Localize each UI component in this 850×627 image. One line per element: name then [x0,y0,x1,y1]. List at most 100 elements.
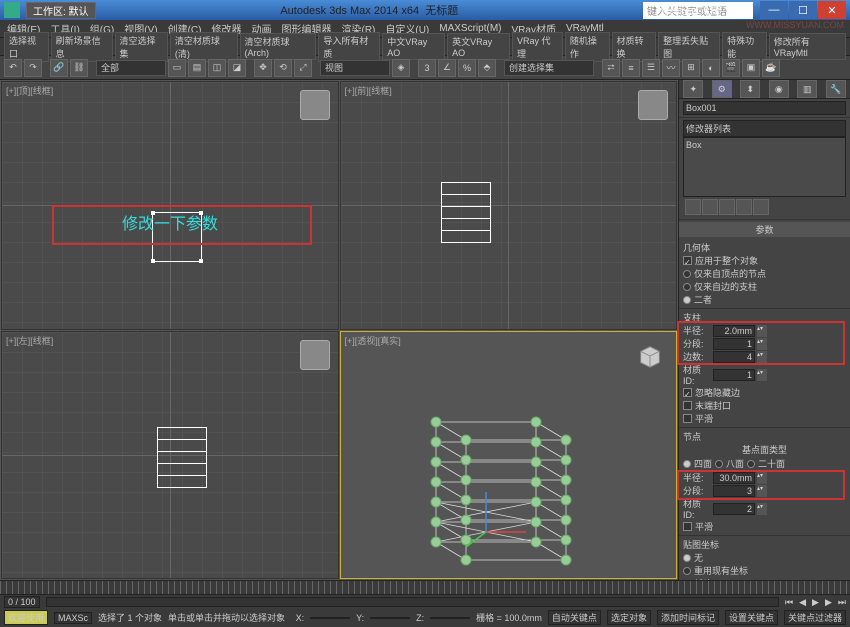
keyfilter-button[interactable]: 关键点过滤器 [784,610,846,625]
tab-item[interactable]: 材质转换 [612,32,657,62]
rollout-header[interactable]: 参数 [679,222,850,237]
select-button[interactable]: ▭ [168,59,186,77]
welcome-tab[interactable]: 欢迎使用 [4,610,48,625]
display-tab[interactable]: ▥ [797,80,817,98]
selfilter-dropdown[interactable]: 选定对象 [607,610,651,625]
stack-item[interactable]: Box [686,140,843,150]
percent-snap-button[interactable]: % [458,59,476,77]
tab-item[interactable]: 整理丢失贴图 [658,32,720,62]
motion-tab[interactable]: ◉ [769,80,789,98]
unique-button[interactable] [719,199,735,215]
viewport-left[interactable]: [+][左][线框] [1,331,339,580]
viewcube-icon[interactable] [638,90,668,120]
mirror-button[interactable]: ⮂ [602,59,620,77]
viewport-label[interactable]: [+][左][线框] [6,334,53,347]
viewcube-icon[interactable] [636,342,664,370]
node-smooth-checkbox[interactable] [683,522,692,531]
goto-start-button[interactable]: ⏮ [785,597,793,608]
show-end-button[interactable] [702,199,718,215]
viewport-label[interactable]: [+][前][线框] [345,84,392,97]
schematic-button[interactable]: ⊞ [682,59,700,77]
tab-item[interactable]: 英文VRay AO [447,33,510,60]
scale-button[interactable]: ⤢ [294,59,312,77]
viewport-label[interactable]: [+][透视][真实] [345,334,401,347]
icosa-radio[interactable] [747,460,755,468]
track-bar[interactable] [46,597,779,607]
viewcube-icon[interactable] [300,90,330,120]
window-crossing-button[interactable]: ◪ [228,59,246,77]
spinner-snap-button[interactable]: ⬘ [478,59,496,77]
joints-only-radio[interactable] [683,270,691,278]
coord-y-field[interactable] [370,617,410,619]
select-region-button[interactable]: ◫ [208,59,226,77]
config-button[interactable] [753,199,769,215]
maxscript-tab[interactable]: MAXSc [54,612,92,624]
goto-end-button[interactable]: ⏭ [838,597,846,608]
link-button[interactable]: 🔗 [50,59,68,77]
pin-stack-button[interactable] [685,199,701,215]
coord-x-field[interactable] [310,617,350,619]
addtime-button[interactable]: 添加时间标记 [657,610,719,625]
node-matid-spinner[interactable]: 2 [713,503,755,515]
unlink-button[interactable]: ⛓ [70,59,88,77]
undo-button[interactable]: ↶ [4,59,22,77]
select-name-button[interactable]: ▤ [188,59,206,77]
tab-item[interactable]: VRay 代理 [512,32,563,62]
ref-coord-dropdown[interactable]: 视图 [320,60,390,76]
octa-radio[interactable] [715,460,723,468]
curve-editor-button[interactable]: 〰 [662,59,680,77]
selection-filter[interactable]: 全部 [96,60,166,76]
close-button[interactable]: ✕ [818,1,846,19]
minimize-button[interactable]: — [760,1,788,19]
tab-item[interactable]: 清空选择集 [115,32,168,62]
tab-item[interactable]: 修改所有VRayMtl [769,33,846,60]
maximize-button[interactable]: ☐ [789,1,817,19]
map-reuse-radio[interactable] [683,567,691,575]
create-tab[interactable]: ✦ [683,80,703,98]
timeline[interactable] [0,580,850,594]
modify-tab[interactable]: ⚙ [712,80,732,98]
named-selset[interactable]: 创建选择集 [504,60,594,76]
remove-mod-button[interactable] [736,199,752,215]
viewport-top[interactable]: [+][顶][线框] 修改一下参数 [1,81,339,330]
strut-matid-spinner[interactable]: 1 [713,369,755,381]
tab-item[interactable]: 选择视口 [4,32,49,62]
align-button[interactable]: ≡ [622,59,640,77]
viewport-label[interactable]: [+][顶][线框] [6,84,53,97]
end-caps-checkbox[interactable] [683,401,692,410]
apply-whole-checkbox[interactable] [683,256,692,265]
render-setup-button[interactable]: 🎬 [722,59,740,77]
tab-item[interactable]: 中文VRay AO [382,33,445,60]
utilities-tab[interactable]: 🔧 [826,80,846,98]
struts-only-radio[interactable] [683,283,691,291]
next-frame-button[interactable]: ▶ [825,597,832,608]
hierarchy-tab[interactable]: ⬍ [740,80,760,98]
tab-item[interactable]: 刷新场景信息 [51,32,113,62]
tab-item[interactable]: 随机操作 [565,32,610,62]
smooth-checkbox[interactable] [683,414,692,423]
ignore-hidden-checkbox[interactable] [683,388,692,397]
viewport-perspective[interactable]: [+][透视][真实] [340,331,678,580]
layers-button[interactable]: ☰ [642,59,660,77]
play-button[interactable]: ▶ [812,597,819,608]
spinner-arrows[interactable]: ▴▾ [757,369,767,381]
workspace-selector[interactable]: 工作区: 默认 [26,2,96,19]
redo-button[interactable]: ↷ [24,59,42,77]
setkey-button[interactable]: 设置关键点 [725,610,778,625]
tab-item[interactable]: 清空材质球(Arch) [240,33,317,60]
viewport-front[interactable]: [+][前][线框] [340,81,678,330]
map-none-radio[interactable] [683,554,691,562]
render-button[interactable]: ☕ [762,59,780,77]
render-frame-button[interactable]: ▣ [742,59,760,77]
prev-frame-button[interactable]: ◀ [799,597,806,608]
tab-item[interactable]: 导入所有材质 [318,32,380,62]
both-radio[interactable] [683,296,691,304]
rotate-button[interactable]: ⟲ [274,59,292,77]
modifier-stack[interactable]: Box [683,137,846,197]
move-button[interactable]: ✥ [254,59,272,77]
autokey-button[interactable]: 自动关键点 [548,610,601,625]
tab-item[interactable]: 清空材质球(清) [170,32,238,62]
tab-item[interactable]: 特殊功能 [722,32,767,62]
spinner-arrows[interactable]: ▴▾ [757,503,767,515]
snap-button[interactable]: 3 [418,59,436,77]
